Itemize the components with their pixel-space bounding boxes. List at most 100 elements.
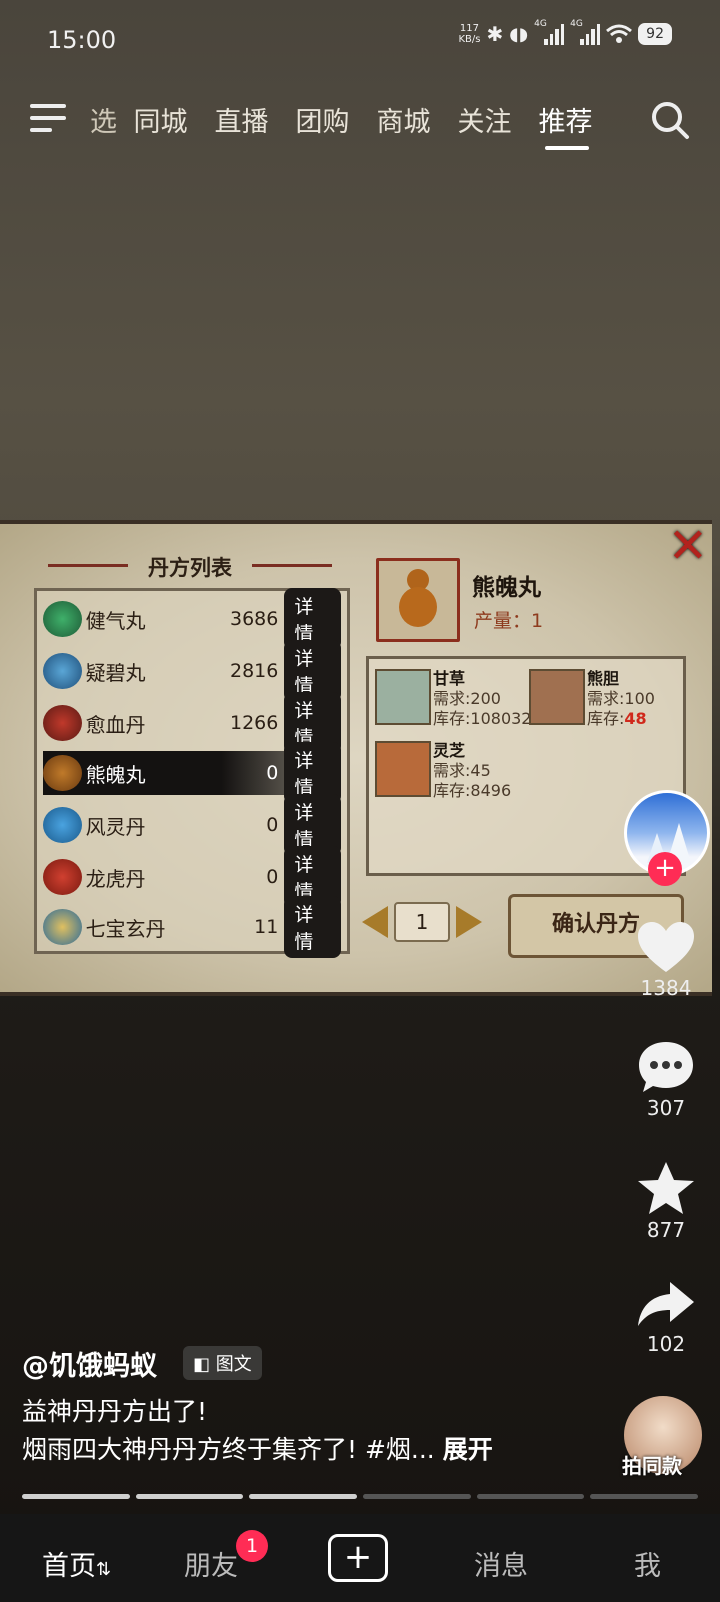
recipe-count: 11 xyxy=(254,916,279,938)
tab-group-buy[interactable]: 团购 xyxy=(282,100,363,150)
nav-friends[interactable]: 朋友 xyxy=(184,1544,238,1583)
feed-tabs: 选 同城 直播 团购 商城 关注 推荐 xyxy=(90,100,606,150)
comment-count: 307 xyxy=(646,1096,686,1120)
status-icons: 117 KB/s ✱ ◖◗ 4G 4G 92 xyxy=(458,19,672,46)
battery-indicator: 92 xyxy=(638,23,672,45)
network-type-1: 4G xyxy=(534,19,547,29)
bottom-nav: 首页⇅ 朋友 1 + 消息 我 xyxy=(0,1514,720,1602)
recipe-row: 龙虎丹 0 详情 xyxy=(43,846,341,908)
menu-icon[interactable] xyxy=(30,100,68,134)
ingredient-stock: 库存:48 xyxy=(587,705,647,729)
post-image[interactable]: ✕ 丹方列表 健气丸 3686 详情 疑碧丸 2816 详情 愈血丹 1266 … xyxy=(0,520,712,996)
stock-label: 库存: xyxy=(587,709,625,728)
next-arrow-icon xyxy=(456,906,482,938)
speed-value: 117 xyxy=(459,23,479,34)
bear-gall-icon xyxy=(529,669,585,725)
share-icon xyxy=(638,1282,694,1326)
herb-icon xyxy=(375,669,431,725)
pill-icon xyxy=(43,601,82,637)
recipe-name: 风灵丹 xyxy=(85,814,146,839)
recipe-list: 健气丸 3686 详情 疑碧丸 2816 详情 愈血丹 1266 详情 熊魄丸 … xyxy=(34,588,350,958)
recipe-row: 疑碧丸 2816 详情 xyxy=(43,640,341,702)
recipe-row: 愈血丹 1266 详情 xyxy=(43,692,341,754)
recipe-count: 3686 xyxy=(229,608,279,630)
recipe-count: 0 xyxy=(266,866,279,888)
heart-icon xyxy=(638,922,694,972)
post-desc-line1: 益神丹丹方出了! xyxy=(22,1397,208,1426)
page-number: 1 xyxy=(394,902,450,942)
stock-value: 108032 xyxy=(470,709,532,728)
gourd-icon xyxy=(43,807,82,843)
gourd-icon xyxy=(43,859,82,895)
tab-nearby[interactable]: 同城 xyxy=(120,100,201,150)
pill-box-icon xyxy=(43,909,82,945)
ingredient-item: 熊胆 需求:100 库存:48 xyxy=(529,665,679,729)
favorite-count: 877 xyxy=(646,1218,686,1242)
share-button[interactable]: 102 xyxy=(618,1280,714,1356)
recipe-row: 风灵丹 0 详情 xyxy=(43,794,341,856)
product-yield: 产量：1 xyxy=(474,610,544,632)
details-button: 详情 xyxy=(284,896,341,958)
comment-button[interactable]: 307 xyxy=(618,1040,714,1120)
comment-icon xyxy=(639,1042,693,1092)
status-bar: 15:00 117 KB/s ✱ ◖◗ 4G 4G 92 xyxy=(0,0,720,80)
friends-badge: 1 xyxy=(236,1530,268,1562)
signal-icon-1: 4G xyxy=(534,19,565,45)
wifi-icon xyxy=(606,24,633,43)
author-name[interactable]: @饥饿蚂蚁 xyxy=(22,1344,157,1383)
same-style-button[interactable]: 拍同款 xyxy=(622,1450,682,1479)
favorite-button[interactable]: 877 xyxy=(618,1160,714,1242)
stock-label: 库存: xyxy=(433,709,471,728)
recipe-name: 熊魄丸 xyxy=(85,762,146,787)
share-count: 102 xyxy=(646,1332,686,1356)
lingzhi-icon xyxy=(375,741,431,797)
recipe-name: 健气丸 xyxy=(85,608,146,633)
ingredient-stock: 库存:108032 xyxy=(433,705,531,729)
recipe-name: 龙虎丹 xyxy=(85,866,146,891)
pill-icon xyxy=(43,705,82,741)
ingredient-item: 灵芝 需求:45 库存:8496 xyxy=(375,737,525,801)
expand-link[interactable]: 展开 xyxy=(443,1435,493,1464)
product-icon xyxy=(376,558,460,642)
signal-icon-2: 4G xyxy=(570,19,601,45)
recipe-count: 0 xyxy=(266,762,279,784)
create-button[interactable]: + xyxy=(328,1534,388,1582)
tab-live[interactable]: 直播 xyxy=(201,100,282,150)
tab-mall[interactable]: 商城 xyxy=(363,100,444,150)
nav-home[interactable]: 首页⇅ xyxy=(42,1544,111,1583)
tab-recommended[interactable]: 推荐 xyxy=(525,100,606,150)
recipe-count: 0 xyxy=(266,814,279,836)
recipe-name: 七宝玄丹 xyxy=(85,916,166,941)
post-desc-text: 烟雨四大神丹丹方终于集齐了! #烟... xyxy=(22,1435,443,1464)
stock-value: 48 xyxy=(624,709,647,728)
like-count: 1384 xyxy=(640,976,692,1000)
follow-button[interactable]: + xyxy=(648,852,682,886)
like-button[interactable]: 1384 xyxy=(618,920,714,1000)
tab-featured[interactable]: 选 xyxy=(90,100,120,150)
recipe-name: 愈血丹 xyxy=(85,712,146,737)
clock: 15:00 xyxy=(47,26,117,54)
post-type-badge: ◧ 图文 xyxy=(183,1346,262,1380)
recipe-count: 1266 xyxy=(229,712,279,734)
top-nav: 选 同城 直播 团购 商城 关注 推荐 xyxy=(0,92,720,152)
gourd-icon xyxy=(43,755,82,791)
close-icon: ✕ xyxy=(667,520,708,574)
nav-me[interactable]: 我 xyxy=(634,1544,661,1583)
plus-icon: + xyxy=(343,1537,373,1577)
bluetooth-icon: ✱ xyxy=(486,22,504,46)
network-type-2: 4G xyxy=(570,19,583,29)
recipe-name: 疑碧丸 xyxy=(85,660,146,685)
earbuds-icon: ◖◗ xyxy=(509,23,529,45)
nav-messages[interactable]: 消息 xyxy=(474,1544,528,1583)
stock-value: 8496 xyxy=(470,781,512,800)
recipe-row: 七宝玄丹 11 详情 xyxy=(43,896,341,958)
stock-label: 库存: xyxy=(433,781,471,800)
pager: 1 xyxy=(362,902,482,942)
search-icon[interactable] xyxy=(650,100,690,140)
speed-unit: KB/s xyxy=(458,34,481,45)
recipe-row-selected: 熊魄丸 0 详情 xyxy=(43,742,341,804)
prev-arrow-icon xyxy=(362,906,388,938)
gourd-icon xyxy=(399,569,437,627)
tab-following[interactable]: 关注 xyxy=(444,100,525,150)
star-icon xyxy=(638,1162,694,1214)
